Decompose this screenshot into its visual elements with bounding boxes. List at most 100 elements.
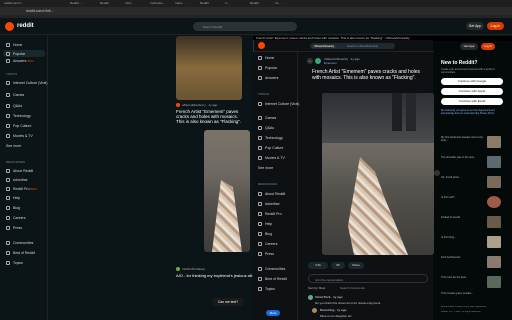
recent-post[interactable]: The shoulder was in the way...: [441, 156, 501, 170]
modal-topic[interactable]: Technology: [258, 136, 283, 141]
modal-resource[interactable]: Advertise: [258, 202, 280, 207]
modal-topic[interactable]: Q&As: [258, 126, 274, 131]
continue-google-button[interactable]: Continue with Google: [441, 78, 503, 85]
feed-post-user[interactable]: u/DemolitionArmy · 1y ago: [182, 103, 217, 107]
recent-post[interactable]: My first hand-knit sweater and it only t…: [441, 136, 501, 150]
sidebar-resource[interactable]: Help: [6, 196, 20, 201]
modal-get-app-button[interactable]: Get App: [460, 43, 478, 50]
recent-post[interactable]: This must be the best...: [441, 276, 501, 290]
sidebar-topic[interactable]: Internet Culture (Viral): [6, 81, 47, 86]
person-legs: [406, 93, 416, 131]
qa-icon: [258, 126, 262, 131]
modal-topic[interactable]: Internet Culture (Viral): [258, 102, 299, 107]
sidebar-topic[interactable]: Q&As: [6, 104, 22, 109]
modal-search-placeholder: Search in r/StreetArtInsanity: [347, 44, 379, 48]
reddit-logo-icon[interactable]: [5, 22, 14, 31]
modal-topic[interactable]: Games: [258, 116, 276, 121]
feed-next-user[interactable]: r/ArtOnTheStreet: [182, 267, 205, 271]
brand-name[interactable]: reddit: [17, 23, 34, 29]
continue-email-button[interactable]: Continue with Email: [441, 98, 503, 105]
sidebar-bottom-item[interactable]: Best of Reddit: [6, 251, 35, 256]
post-thumbnail: [487, 276, 501, 288]
best-of-icon: [258, 277, 262, 282]
comment-user[interactable]: VictorTrick · 1y ago: [315, 295, 343, 299]
back-arrow-icon[interactable]: ←: [307, 58, 313, 64]
sidebar-resource[interactable]: About Reddit: [6, 169, 33, 174]
footer-links[interactable]: Reddit Rules Privacy Policy User Agreeme…: [441, 306, 507, 308]
recent-post[interactable]: Is this real?...: [441, 196, 501, 210]
modal-post-image[interactable]: [322, 93, 434, 255]
modal-resource[interactable]: Help: [258, 222, 272, 227]
modal-sidebar-home[interactable]: Home: [258, 56, 274, 61]
modal-bottom-item[interactable]: Topics: [258, 287, 275, 292]
reddit-icon: [6, 169, 10, 174]
modal-resource[interactable]: Reddit Pro: [258, 212, 282, 217]
modal-resource[interactable]: Careers: [258, 242, 277, 247]
recent-post[interactable]: Is this thing...: [441, 236, 501, 250]
sidebar-bottom-item[interactable]: Communities: [6, 241, 33, 246]
sidebar-resource[interactable]: Reddit Pro BETA: [6, 187, 37, 192]
comments-button[interactable]: 89: [331, 262, 345, 269]
sidebar-topic[interactable]: Movies & TV: [6, 134, 33, 139]
search-comments-input[interactable]: Search Comments: [340, 286, 365, 290]
modal-post-title: French Artist "Ememem" paves cracks and …: [312, 69, 421, 81]
sidebar-item-answers[interactable]: Answers BETA: [6, 59, 34, 64]
modal-sidebar-answers[interactable]: Answers: [258, 76, 278, 81]
sidebar-resource[interactable]: Advertise: [6, 178, 28, 183]
modal-sidebar-popular[interactable]: Popular: [258, 66, 277, 71]
answers-icon: [6, 59, 10, 64]
sidebar-resource[interactable]: Blog: [6, 206, 20, 211]
modal-resource[interactable]: About Reddit: [258, 192, 285, 197]
comment-user[interactable]: Ravishing · 1y ago: [320, 308, 347, 312]
topics-icon: [6, 261, 10, 266]
modal-resource[interactable]: Press: [258, 252, 274, 257]
recent-post[interactable]: This mosaic green mosaic...: [441, 292, 501, 306]
advertise-icon: [6, 178, 10, 183]
sidebar-topic[interactable]: Pop Culture: [6, 124, 31, 129]
share-button[interactable]: Share: [348, 262, 364, 269]
sidebar-topic[interactable]: Technology: [6, 114, 31, 119]
sidebar-resource[interactable]: Careers: [6, 216, 25, 221]
modal-resource[interactable]: Blog: [258, 232, 272, 237]
modal-login-button[interactable]: Log In: [481, 43, 495, 50]
modal-see-more[interactable]: See more: [258, 166, 273, 170]
see-more-link[interactable]: See more: [6, 144, 21, 148]
recent-post[interactable]: Kind Architecture: [441, 256, 501, 270]
modal-post-author[interactable]: Ememem: [324, 61, 337, 65]
pop-culture-icon: [6, 124, 10, 129]
feed-next-title[interactable]: AIO - for thinking my boyfriend's jealou…: [176, 273, 254, 279]
sidebar-item-home[interactable]: Home: [6, 43, 22, 48]
get-app-button[interactable]: Get App: [466, 22, 484, 30]
modal-bottom-item[interactable]: Best of Reddit: [258, 277, 287, 282]
sidebar-resource[interactable]: Press: [6, 226, 22, 231]
feed-post-title[interactable]: French Artist "Ememem" paves cracks and …: [176, 109, 246, 125]
sidebar-item-popular[interactable]: Popular: [3, 50, 45, 57]
sidebar-topic[interactable]: Games: [6, 93, 24, 98]
address-bar[interactable]: reddit.com/r/Art/...: [0, 7, 512, 15]
feed-previous-image[interactable]: [176, 36, 242, 100]
continue-apple-button[interactable]: Continue with Apple: [441, 88, 503, 95]
sidebar-bottom-item[interactable]: Topics: [6, 261, 23, 266]
legal-text: By continuing, you agree to our User Agr…: [441, 110, 495, 115]
chat-message-button[interactable]: Can we text?: [213, 298, 243, 306]
feed-post-image[interactable]: [204, 130, 250, 252]
url-text[interactable]: reddit.com/r/Art/...: [26, 9, 54, 13]
reddit-logo-icon[interactable]: [258, 42, 265, 49]
modal-bottom-item[interactable]: Communities: [258, 267, 285, 272]
feed-next-meta: r/ArtOnTheStreet: [176, 266, 248, 272]
internet-culture-icon: [258, 102, 262, 107]
add-comment-input[interactable]: Join the conversation: [308, 274, 428, 283]
search-input[interactable]: Search Reddit: [193, 22, 297, 31]
more-pill-button[interactable]: More: [266, 310, 280, 316]
recent-post[interactable]: Kinded of woods: [441, 216, 501, 230]
modal-search-input[interactable]: r/StreetArtInsanity Search in r/StreetAr…: [310, 43, 395, 49]
vote-button[interactable]: 3.5k: [308, 262, 328, 269]
community-chip[interactable]: r/StreetArtInsanity: [312, 44, 337, 48]
qa-icon: [6, 104, 10, 109]
sort-dropdown[interactable]: Sort by: Best: [308, 286, 325, 290]
login-button[interactable]: Log In: [487, 22, 504, 30]
comment-text: Mine is too daughter art: [320, 314, 352, 318]
recent-post[interactable]: Ok, found artist...: [441, 176, 501, 190]
modal-topic[interactable]: Movies & TV: [258, 156, 285, 161]
modal-topic[interactable]: Pop Culture: [258, 146, 283, 151]
